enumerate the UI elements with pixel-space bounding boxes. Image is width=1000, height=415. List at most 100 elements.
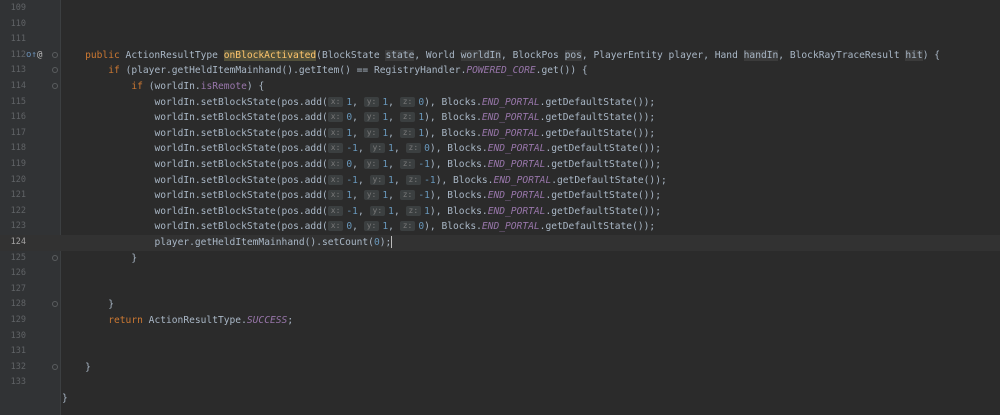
constant: END_PORTAL bbox=[481, 127, 540, 139]
code-token: .getDefaultState()); bbox=[539, 96, 656, 108]
parameter-name: state bbox=[385, 49, 415, 61]
code-line[interactable]: 130 bbox=[0, 329, 1000, 345]
return-type: ActionResultType bbox=[125, 49, 218, 61]
code-token: , bbox=[388, 190, 400, 202]
code-token: , bbox=[352, 190, 364, 202]
code-token: , bbox=[388, 159, 400, 170]
code-line[interactable]: 132} bbox=[0, 360, 1000, 376]
code-token: worldIn.setBlockState(pos.add( bbox=[154, 159, 328, 170]
code-token: worldIn.setBlockState(pos.add( bbox=[154, 127, 328, 139]
parameter-hint: z: bbox=[399, 221, 416, 232]
closing-brace: } bbox=[108, 299, 115, 311]
parameter-name: hit bbox=[905, 49, 923, 61]
number-literal: -1 bbox=[418, 190, 430, 202]
parameter-hint: x: bbox=[327, 190, 344, 201]
line-number: 109 bbox=[10, 3, 26, 13]
code-line[interactable]: 129 return ActionResultType.SUCCESS; bbox=[0, 313, 1000, 329]
code-line[interactable]: 123 worldIn.setBlockState(pos.add(x: 0, y:… bbox=[0, 219, 1000, 235]
parameter-hint: z: bbox=[405, 174, 422, 185]
code-token: ), Blocks. bbox=[424, 96, 482, 108]
code-line[interactable]: 127 bbox=[0, 282, 1000, 298]
code-line[interactable]: 126 bbox=[0, 266, 1000, 282]
annotation-icon[interactable]: @ bbox=[37, 48, 42, 64]
code-line[interactable]: 131 bbox=[0, 344, 1000, 360]
code-content: if (worldIn.isRemote) { bbox=[131, 79, 264, 95]
number-literal: -1 bbox=[418, 159, 430, 170]
code-token: , bbox=[352, 221, 364, 233]
closing-brace: } bbox=[85, 361, 91, 373]
line-number: 132 bbox=[10, 361, 26, 372]
code-token: , PlayerEntity player, Hand bbox=[581, 49, 744, 61]
override-method-icon[interactable]: o↑ bbox=[26, 48, 37, 64]
constant: SUCCESS bbox=[246, 315, 288, 326]
field-name: isRemote bbox=[200, 81, 247, 92]
fold-marker-icon[interactable] bbox=[52, 363, 58, 370]
line-number: 117 bbox=[10, 127, 26, 138]
code-token: , bbox=[352, 159, 364, 170]
parameter-hint: z: bbox=[399, 190, 416, 201]
code-line[interactable]: 115 worldIn.setBlockState(pos.add(x: 1, y:… bbox=[0, 95, 1000, 111]
code-token: ), Blocks. bbox=[429, 205, 488, 217]
line-number: 128 bbox=[10, 299, 26, 310]
fold-marker-icon[interactable] bbox=[52, 51, 58, 58]
code-token: , bbox=[352, 96, 364, 108]
line-number: 110 bbox=[10, 18, 26, 29]
code-token: ) { bbox=[922, 49, 941, 61]
code-token: , bbox=[352, 127, 364, 139]
parameter-hint: x: bbox=[327, 174, 344, 185]
code-line[interactable]: 120 worldIn.setBlockState(pos.add(x: -1, y… bbox=[0, 173, 1000, 189]
line-number: 122 bbox=[10, 205, 26, 216]
code-token: .getDefaultState()); bbox=[551, 174, 667, 186]
code-token: worldIn.setBlockState(pos.add( bbox=[154, 190, 328, 202]
fold-marker-icon[interactable] bbox=[52, 254, 58, 261]
code-token: ), Blocks. bbox=[435, 174, 494, 186]
code-line[interactable]: 128} bbox=[0, 297, 1000, 313]
code-token: , bbox=[393, 205, 406, 217]
code-line[interactable]: 116 worldIn.setBlockState(pos.add(x: 0, y:… bbox=[0, 110, 1000, 126]
code-token: , BlockPos bbox=[501, 49, 565, 61]
code-line[interactable]: 125} bbox=[0, 251, 1000, 267]
code-line[interactable]: 111 bbox=[0, 32, 1000, 48]
line-number: 131 bbox=[10, 346, 26, 357]
code-content: worldIn.setBlockState(pos.add(x: 0, y: 1, … bbox=[154, 219, 655, 235]
code-token: (worldIn. bbox=[148, 81, 201, 92]
code-token: worldIn.setBlockState(pos.add( bbox=[154, 96, 328, 108]
code-line[interactable]: 124 player.getHeldItemMainhand().setCount… bbox=[0, 235, 1000, 251]
code-content: worldIn.setBlockState(pos.add(x: 1, y: 1, … bbox=[154, 188, 661, 204]
constant: END_PORTAL bbox=[493, 174, 552, 186]
code-token: , bbox=[357, 205, 370, 217]
keyword: return bbox=[108, 315, 143, 326]
line-number: 121 bbox=[10, 190, 26, 201]
line-number: 126 bbox=[10, 268, 26, 279]
line-number: 133 bbox=[10, 377, 26, 388]
parameter-name: pos bbox=[564, 49, 582, 61]
code-content: if (player.getHeldItemMainhand().getItem… bbox=[108, 63, 587, 79]
code-line[interactable]: 118 worldIn.setBlockState(pos.add(x: -1, y… bbox=[0, 141, 1000, 157]
line-number: 118 bbox=[10, 143, 26, 154]
code-token: .getDefaultState()); bbox=[539, 112, 656, 124]
line-number: 125 bbox=[10, 252, 26, 263]
number-literal: -1 bbox=[346, 174, 358, 186]
constant: END_PORTAL bbox=[487, 205, 546, 217]
code-token: , bbox=[388, 96, 400, 108]
code-token: player.getHeldItemMainhand().setCount( bbox=[154, 237, 374, 248]
code-line[interactable]: 119 worldIn.setBlockState(pos.add(x: 0, y:… bbox=[0, 157, 1000, 173]
code-line[interactable]: 133 bbox=[0, 375, 1000, 391]
code-line[interactable]: 114 if (worldIn.isRemote) { bbox=[0, 79, 1000, 95]
code-line[interactable]: 110 bbox=[0, 17, 1000, 33]
code-line[interactable]: 122 worldIn.setBlockState(pos.add(x: -1, y… bbox=[0, 204, 1000, 220]
line-number: 129 bbox=[10, 315, 26, 325]
code-line[interactable]: 121 worldIn.setBlockState(pos.add(x: 1, y:… bbox=[0, 188, 1000, 204]
code-line[interactable]: 109 bbox=[0, 1, 1000, 17]
code-line[interactable]: } bbox=[0, 391, 1000, 407]
code-line[interactable]: 117 worldIn.setBlockState(pos.add(x: 1, y:… bbox=[0, 126, 1000, 142]
code-content: worldIn.setBlockState(pos.add(x: 1, y: 1, … bbox=[154, 95, 655, 111]
code-line[interactable]: 113 if (player.getHeldItemMainhand().getI… bbox=[0, 63, 1000, 79]
parameter-hint: x: bbox=[327, 205, 344, 216]
fold-marker-icon[interactable] bbox=[52, 67, 58, 74]
code-token: .getDefaultState()); bbox=[545, 159, 661, 170]
code-line[interactable]: 112 o↑ @ public ActionResultType onBlockAct… bbox=[0, 48, 1000, 64]
parameter-hint: y: bbox=[369, 205, 386, 216]
fold-marker-icon[interactable] bbox=[52, 301, 58, 308]
fold-marker-icon[interactable] bbox=[52, 83, 58, 89]
